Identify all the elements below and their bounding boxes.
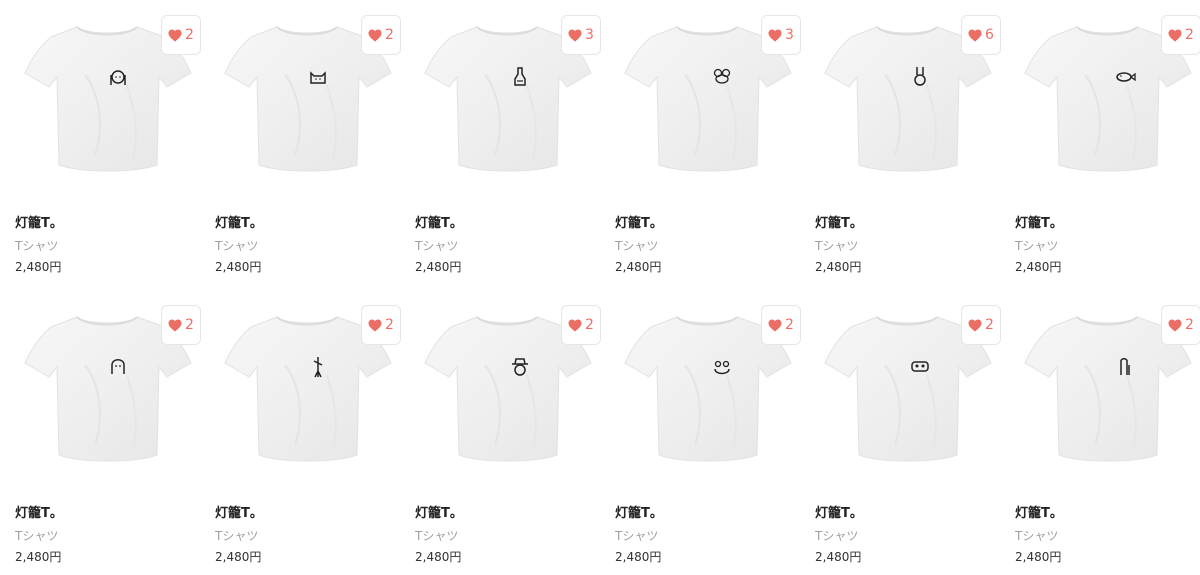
heart-icon [968, 319, 982, 331]
like-button[interactable]: 3 [761, 15, 801, 55]
like-button[interactable]: 2 [161, 305, 201, 345]
product-price: 2,480円 [215, 550, 262, 564]
product-category: Tシャツ [615, 529, 659, 543]
like-count: 2 [1185, 317, 1194, 333]
product-card[interactable]: 2 灯籠T。 Tシャツ 2,480円 [215, 15, 401, 285]
product-image[interactable]: 6 [815, 15, 1001, 201]
product-card[interactable]: 2 灯籠T。 Tシャツ 2,480円 [1015, 15, 1200, 285]
heart-icon [1168, 319, 1182, 331]
like-count: 2 [385, 27, 394, 43]
like-button[interactable]: 2 [361, 305, 401, 345]
heart-icon [368, 29, 382, 41]
heart-icon [568, 319, 582, 331]
product-category: Tシャツ [215, 239, 259, 253]
product-category: Tシャツ [15, 529, 59, 543]
product-price: 2,480円 [415, 260, 462, 274]
product-image[interactable]: 2 [815, 305, 1001, 491]
product-card[interactable]: 3 灯籠T。 Tシャツ 2,480円 [415, 15, 601, 285]
product-category: Tシャツ [1015, 239, 1059, 253]
product-image[interactable]: 2 [215, 305, 401, 491]
product-price: 2,480円 [215, 260, 262, 274]
heart-icon [768, 29, 782, 41]
product-title[interactable]: 灯籠T。 [1015, 215, 1063, 233]
heart-icon [1168, 29, 1182, 41]
product-price: 2,480円 [15, 550, 62, 564]
like-count: 2 [585, 317, 594, 333]
like-count: 2 [785, 317, 794, 333]
product-category: Tシャツ [1015, 529, 1059, 543]
like-button[interactable]: 2 [761, 305, 801, 345]
product-price: 2,480円 [615, 550, 662, 564]
product-image[interactable]: 3 [615, 15, 801, 201]
product-image[interactable]: 2 [1015, 15, 1200, 201]
like-button[interactable]: 2 [1161, 15, 1200, 55]
product-card[interactable]: 2 灯籠T。 Tシャツ 2,480円 [815, 305, 1001, 575]
like-count: 2 [985, 317, 994, 333]
product-card[interactable]: 2 灯籠T。 Tシャツ 2,480円 [415, 305, 601, 575]
like-button[interactable]: 2 [1161, 305, 1200, 345]
product-image[interactable]: 2 [15, 305, 201, 491]
like-count: 3 [585, 27, 594, 43]
product-category: Tシャツ [215, 529, 259, 543]
product-title[interactable]: 灯籠T。 [615, 505, 663, 523]
like-count: 2 [185, 317, 194, 333]
product-price: 2,480円 [1015, 550, 1062, 564]
product-price: 2,480円 [815, 550, 862, 564]
product-title[interactable]: 灯籠T。 [15, 215, 63, 233]
product-title[interactable]: 灯籠T。 [415, 505, 463, 523]
product-category: Tシャツ [815, 529, 859, 543]
like-count: 6 [985, 27, 994, 43]
product-price: 2,480円 [815, 260, 862, 274]
product-title[interactable]: 灯籠T。 [615, 215, 663, 233]
like-count: 2 [185, 27, 194, 43]
product-title[interactable]: 灯籠T。 [15, 505, 63, 523]
product-price: 2,480円 [415, 550, 462, 564]
product-image[interactable]: 2 [1015, 305, 1200, 491]
product-price: 2,480円 [1015, 260, 1062, 274]
like-button[interactable]: 6 [961, 15, 1001, 55]
product-card[interactable]: 3 灯籠T。 Tシャツ 2,480円 [615, 15, 801, 285]
like-button[interactable]: 2 [561, 305, 601, 345]
like-count: 2 [385, 317, 394, 333]
like-count: 3 [785, 27, 794, 43]
product-title[interactable]: 灯籠T。 [815, 505, 863, 523]
like-count: 2 [1185, 27, 1194, 43]
product-category: Tシャツ [815, 239, 859, 253]
product-price: 2,480円 [615, 260, 662, 274]
product-category: Tシャツ [15, 239, 59, 253]
product-title[interactable]: 灯籠T。 [215, 505, 263, 523]
heart-icon [968, 29, 982, 41]
heart-icon [368, 319, 382, 331]
product-card[interactable]: 2 灯籠T。 Tシャツ 2,480円 [15, 305, 201, 575]
product-title[interactable]: 灯籠T。 [215, 215, 263, 233]
product-card[interactable]: 2 灯籠T。 Tシャツ 2,480円 [615, 305, 801, 575]
product-price: 2,480円 [15, 260, 62, 274]
like-button[interactable]: 3 [561, 15, 601, 55]
product-card[interactable]: 2 灯籠T。 Tシャツ 2,480円 [215, 305, 401, 575]
product-title[interactable]: 灯籠T。 [415, 215, 463, 233]
product-category: Tシャツ [615, 239, 659, 253]
product-title[interactable]: 灯籠T。 [815, 215, 863, 233]
product-title[interactable]: 灯籠T。 [1015, 505, 1063, 523]
product-grid: 2 灯籠T。 Tシャツ 2,480円 2 灯籠T。 Tシャツ 2,480円 3 … [0, 0, 1200, 571]
product-category: Tシャツ [415, 239, 459, 253]
product-card[interactable]: 2 灯籠T。 Tシャツ 2,480円 [15, 15, 201, 285]
heart-icon [168, 319, 182, 331]
product-image[interactable]: 3 [415, 15, 601, 201]
heart-icon [168, 29, 182, 41]
product-card[interactable]: 6 灯籠T。 Tシャツ 2,480円 [815, 15, 1001, 285]
product-category: Tシャツ [415, 529, 459, 543]
product-image[interactable]: 2 [15, 15, 201, 201]
product-image[interactable]: 2 [415, 305, 601, 491]
like-button[interactable]: 2 [361, 15, 401, 55]
product-image[interactable]: 2 [215, 15, 401, 201]
heart-icon [768, 319, 782, 331]
like-button[interactable]: 2 [161, 15, 201, 55]
product-card[interactable]: 2 灯籠T。 Tシャツ 2,480円 [1015, 305, 1200, 575]
like-button[interactable]: 2 [961, 305, 1001, 345]
product-image[interactable]: 2 [615, 305, 801, 491]
heart-icon [568, 29, 582, 41]
